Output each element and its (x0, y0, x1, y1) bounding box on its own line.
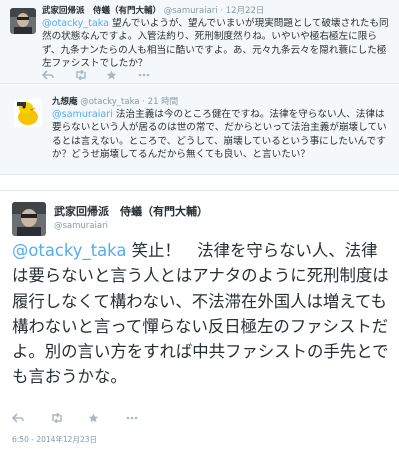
tweet-time[interactable]: · 12月22日 (220, 6, 264, 16)
main-tweet-text: @otacky_taka 笑止！ 法律を守らない人、法律は要らないと言う人とはア… (12, 238, 392, 390)
author-handle[interactable]: @samuraiari (164, 6, 218, 16)
mention-link[interactable]: @otacky_taka (42, 18, 109, 29)
more-icon[interactable] (126, 416, 140, 420)
main-tweet: 武家回帰派 侍蟻（有門大輔） @samuraiari @otacky_taka … (0, 190, 399, 457)
tweet-time[interactable]: · 21 時間 (142, 97, 178, 107)
reply-icon[interactable] (42, 70, 56, 80)
author-handle[interactable]: @samuraiari (54, 219, 208, 234)
avatar[interactable] (10, 8, 36, 34)
avatar[interactable] (14, 99, 42, 127)
tweet-text: @samuraiari 法治主義は今のところ健在ですね。法律を守らない人、法律は… (52, 108, 392, 162)
tweet-header: 武家回帰派 侍蟻（有門大輔） @samuraiari (54, 204, 208, 234)
author-name[interactable]: 武家回帰派 侍蟻（有門大輔） (54, 204, 208, 219)
author-name[interactable]: 武家回帰派 侍蟻（有門大輔） (42, 6, 161, 16)
retweet-icon[interactable] (50, 413, 64, 423)
retweet-icon[interactable] (74, 70, 88, 80)
more-icon[interactable] (138, 73, 152, 77)
main-tweet-text-content: 笑止！ 法律を守らない人、法律は要らないと言う人とはアナタのように死刑制度は履行… (12, 241, 389, 387)
tweet-actions (42, 70, 152, 80)
tweet-timestamp[interactable]: 6:50 - 2014年12月23日 (12, 434, 97, 445)
mention-link[interactable]: @otacky_taka (12, 241, 126, 260)
tweet-text: @otacky_taka 望んでいようが、望んでいまいが現実問題として破壊された… (42, 17, 392, 71)
favorite-icon[interactable] (106, 70, 120, 80)
tweet-header: 武家回帰派 侍蟻（有門大輔） @samuraiari · 12月22日 (42, 5, 264, 17)
tweet-header: 九想庵 @otacky_taka · 21 時間 (52, 96, 178, 108)
tweet-actions (12, 413, 140, 423)
author-name[interactable]: 九想庵 (52, 97, 78, 107)
avatar[interactable] (12, 202, 46, 236)
reply-icon[interactable] (12, 413, 26, 423)
author-handle[interactable]: @otacky_taka (80, 97, 139, 107)
mention-link[interactable]: @samuraiari (52, 109, 113, 120)
tweet-reply-1[interactable]: 武家回帰派 侍蟻（有門大輔） @samuraiari · 12月22日 @ota… (0, 0, 399, 84)
favorite-icon[interactable] (88, 413, 102, 423)
tweet-reply-2[interactable]: 九想庵 @otacky_taka · 21 時間 @samuraiari 法治主… (0, 85, 399, 175)
